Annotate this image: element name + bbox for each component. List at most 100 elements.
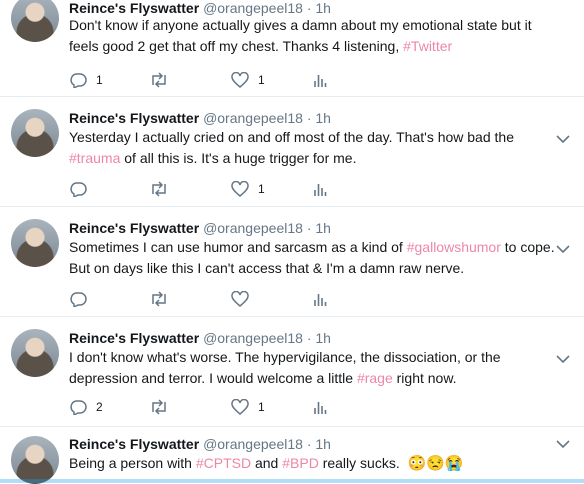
tweet-text: I don't know what's worse. The hypervigi… (69, 347, 569, 389)
reply-button[interactable] (69, 181, 96, 197)
tweet-text: Don't know if anyone actually gives a da… (69, 15, 569, 57)
text-segment: depression and terror. I would welcome a… (69, 370, 357, 386)
tweet-header: Reince's Flyswatter @orangepeel18 · 1h (69, 220, 331, 236)
heart-icon (231, 72, 249, 88)
author-handle[interactable]: @orangepeel18 (203, 436, 303, 452)
author-name[interactable]: Reince's Flyswatter (69, 330, 199, 346)
like-count: 1 (258, 73, 265, 87)
text-segment: feels good 2 get that off my chest. Than… (69, 38, 404, 54)
separator-dot: · (306, 110, 312, 126)
tweet-text-line: But on days like this I can't access tha… (69, 260, 465, 276)
tweet-header: Reince's Flyswatter @orangepeel18 · 1h (69, 110, 331, 126)
tweet-text-line: Don't know if anyone actually gives a da… (69, 17, 532, 33)
analytics-icon (314, 294, 327, 306)
separator-dot: · (306, 330, 312, 346)
chevron-down-icon[interactable] (556, 439, 570, 449)
text-segment: really sucks. (318, 455, 400, 471)
retweet-icon (152, 72, 166, 88)
text-segment: Sometimes I can use humor and sarcasm as… (69, 239, 407, 255)
emoji-group: 😳😒😭 (407, 455, 464, 472)
hashtag-link[interactable]: #CPTSD (196, 455, 251, 471)
timestamp[interactable]: 1h (315, 0, 331, 16)
hashtag-link[interactable]: #BPD (282, 455, 319, 471)
avatar[interactable] (11, 219, 59, 267)
analytics-icon (314, 402, 327, 414)
avatar[interactable] (11, 329, 59, 377)
reply-button[interactable]: 2 (69, 399, 103, 415)
tweet-text-line: Being a person with #CPTSD and #BPD real… (69, 453, 569, 474)
avatar[interactable] (11, 0, 59, 42)
heart-icon (231, 181, 249, 197)
avatar[interactable] (11, 109, 59, 157)
like-button[interactable]: 1 (231, 72, 265, 88)
analytics-button[interactable] (313, 72, 327, 88)
reply-icon (70, 73, 87, 88)
author-name[interactable]: Reince's Flyswatter (69, 110, 199, 126)
reply-button[interactable] (69, 291, 96, 307)
reply-icon (70, 400, 87, 415)
tweet-3[interactable]: Reince's Flyswatter @orangepeel18 · 1h S… (0, 207, 584, 317)
author-handle[interactable]: @orangepeel18 (203, 110, 303, 126)
text-segment: of all this is. It's a huge trigger for … (120, 150, 357, 166)
tweet-text-line: depression and terror. I would welcome a… (69, 368, 569, 389)
hashtag-link[interactable]: #Twitter (403, 38, 452, 54)
avatar[interactable] (11, 436, 59, 484)
analytics-button[interactable] (313, 291, 327, 307)
analytics-icon (314, 184, 327, 196)
author-name[interactable]: Reince's Flyswatter (69, 436, 199, 452)
hashtag-link[interactable]: #trauma (69, 150, 120, 166)
like-count: 1 (258, 182, 265, 196)
author-handle[interactable]: @orangepeel18 (203, 0, 303, 16)
tweet-text: Sometimes I can use humor and sarcasm as… (69, 237, 569, 279)
text-segment: right now. (392, 370, 457, 386)
tweet-text-line: Sometimes I can use humor and sarcasm as… (69, 237, 569, 258)
like-count: 1 (258, 400, 265, 414)
tweet-4[interactable]: Reince's Flyswatter @orangepeel18 · 1h I… (0, 317, 584, 427)
reply-button[interactable]: 1 (69, 72, 103, 88)
retweet-button[interactable] (149, 291, 169, 307)
tweet-text-line: I don't know what's worse. The hypervigi… (69, 349, 501, 365)
tweet-5[interactable]: Reince's Flyswatter @orangepeel18 · 1h B… (0, 427, 584, 484)
hashtag-link[interactable]: #rage (357, 370, 393, 386)
tweet-1[interactable]: Reince's Flyswatter @orangepeel18 · 1h D… (0, 0, 584, 97)
retweet-button[interactable] (149, 181, 169, 197)
author-handle[interactable]: @orangepeel18 (203, 220, 303, 236)
tweet-text-line: Yesterday I actually cried on and off mo… (69, 129, 514, 145)
author-name[interactable]: Reince's Flyswatter (69, 0, 199, 16)
analytics-icon (314, 75, 327, 87)
tweet-text-line: feels good 2 get that off my chest. Than… (69, 36, 569, 57)
heart-icon (231, 399, 249, 415)
tweet-header: Reince's Flyswatter @orangepeel18 · 1h (69, 436, 331, 452)
reply-icon (70, 292, 87, 307)
author-name[interactable]: Reince's Flyswatter (69, 220, 199, 236)
text-segment: Being a person with (69, 455, 196, 471)
like-button[interactable]: 1 (231, 181, 265, 197)
separator-dot: · (306, 220, 312, 236)
text-segment: to cope. (500, 239, 555, 255)
author-handle[interactable]: @orangepeel18 (203, 330, 303, 346)
timestamp[interactable]: 1h (315, 436, 331, 452)
analytics-button[interactable] (313, 399, 327, 415)
tweet-header: Reince's Flyswatter @orangepeel18 · 1h (69, 0, 331, 16)
retweet-icon (152, 181, 166, 197)
analytics-button[interactable] (313, 181, 327, 197)
tweet-header: Reince's Flyswatter @orangepeel18 · 1h (69, 330, 331, 346)
reply-count: 2 (96, 400, 103, 414)
retweet-icon (152, 399, 166, 415)
text-segment: and (251, 455, 283, 471)
reply-icon (70, 182, 87, 197)
hashtag-link[interactable]: #gallowshumor (407, 239, 501, 255)
retweet-button[interactable] (149, 399, 169, 415)
tweet-text: Yesterday I actually cried on and off mo… (69, 127, 569, 169)
like-button[interactable] (231, 291, 258, 307)
timestamp[interactable]: 1h (315, 330, 331, 346)
retweet-button[interactable] (149, 72, 169, 88)
separator-dot: · (306, 0, 312, 16)
tweet-2[interactable]: Reince's Flyswatter @orangepeel18 · 1h Y… (0, 97, 584, 207)
timestamp[interactable]: 1h (315, 110, 331, 126)
heart-icon (231, 291, 249, 307)
tweet-text-line: #trauma of all this is. It's a huge trig… (69, 148, 569, 169)
bottom-scroll-edge (0, 479, 584, 483)
timestamp[interactable]: 1h (315, 220, 331, 236)
like-button[interactable]: 1 (231, 399, 265, 415)
